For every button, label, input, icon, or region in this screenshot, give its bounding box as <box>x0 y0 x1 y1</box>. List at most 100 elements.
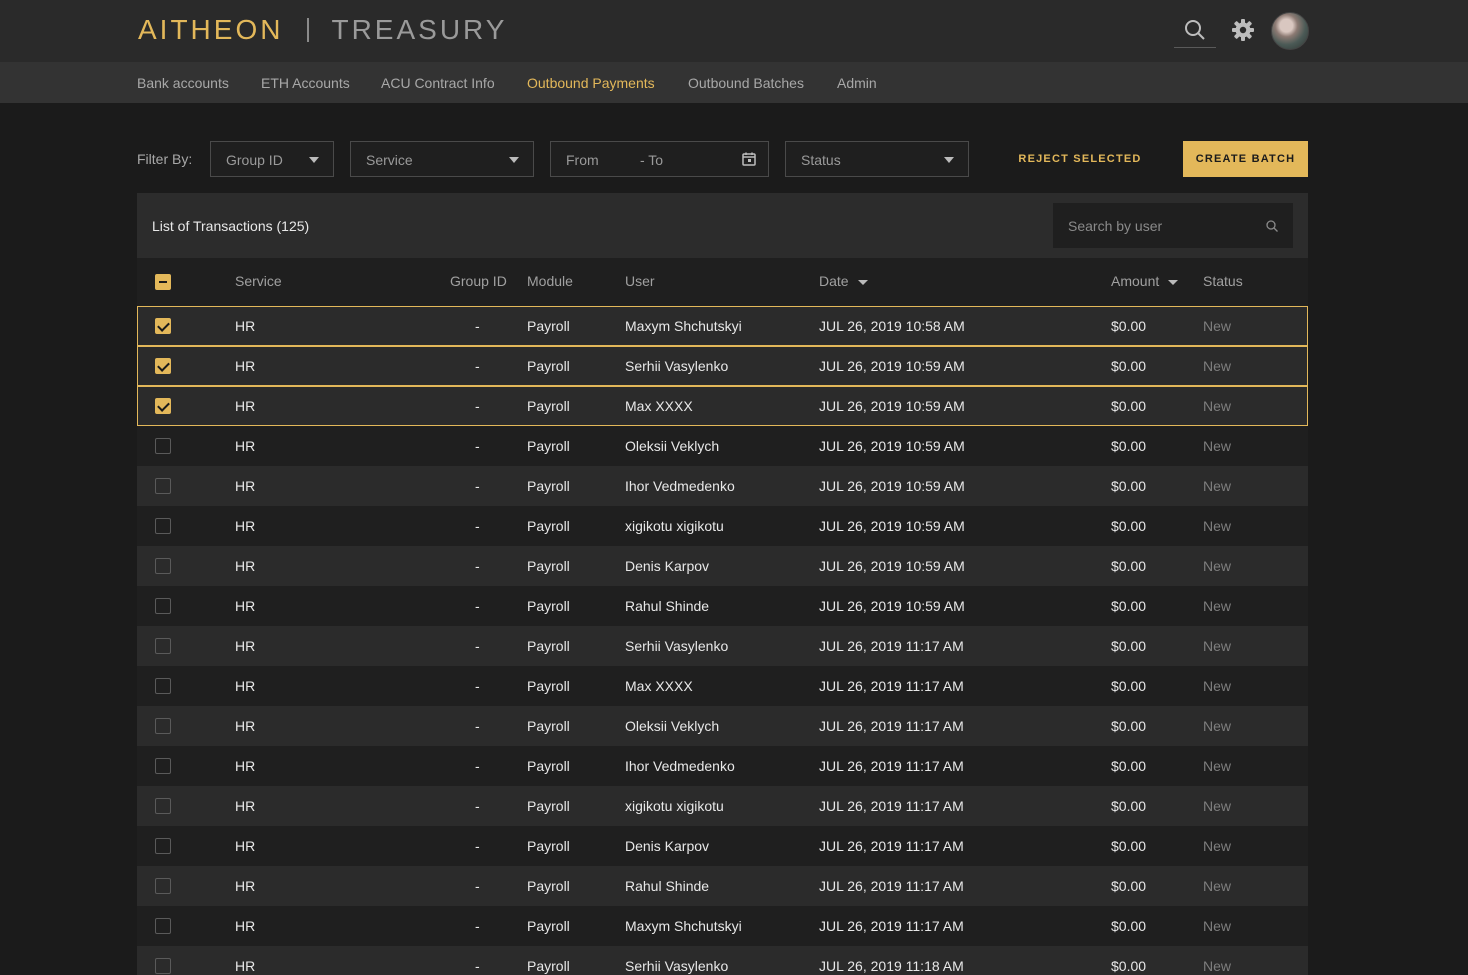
row-checkbox[interactable] <box>155 478 171 494</box>
cell-service: HR <box>235 798 256 814</box>
table-row[interactable]: HR - Payroll Oleksii Veklych JUL 26, 2019 10… <box>137 426 1308 466</box>
date-range-picker[interactable]: From - To <box>550 141 769 177</box>
cell-status: New <box>1203 758 1232 774</box>
cell-date: JUL 26, 2019 10:59 AM <box>819 518 965 534</box>
cell-user: Oleksii Veklych <box>625 718 720 734</box>
user-search <box>1053 203 1293 248</box>
row-checkbox[interactable] <box>155 838 171 854</box>
cell-service: HR <box>235 398 256 414</box>
tab-outbound-payments[interactable]: Outbound Payments <box>527 75 655 91</box>
cell-user: Rahul Shinde <box>625 878 710 894</box>
status-select[interactable]: Status <box>785 141 969 177</box>
column-header-amount-label: Amount <box>1111 273 1160 289</box>
cell-amount: $0.00 <box>1111 598 1147 614</box>
table-row[interactable]: HR - Payroll Rahul Shinde JUL 26, 2019 10:59… <box>137 586 1308 626</box>
cell-service: HR <box>235 758 256 774</box>
cell-user: Serhii Vasylenko <box>625 638 729 654</box>
table-row[interactable]: HR - Payroll Oleksii Veklych JUL 26, 2019 11… <box>137 706 1308 746</box>
table-row[interactable]: HR - Payroll Denis Karpov JUL 26, 2019 10:59… <box>137 546 1308 586</box>
table-row[interactable]: HR - Payroll Serhii Vasylenko JUL 26, 2019 1… <box>137 946 1308 975</box>
create-batch-button[interactable]: CREATE BATCH <box>1183 141 1308 177</box>
group-id-select-value: Group ID <box>226 152 283 168</box>
sub-navigation: Bank accounts ETH Accounts ACU Contract … <box>0 62 1468 103</box>
avatar[interactable] <box>1271 12 1309 50</box>
row-checkbox[interactable] <box>155 558 171 574</box>
table-row[interactable]: HR - Payroll Maxym Shchutskyi JUL 26, 2019 1… <box>137 306 1308 346</box>
date-from-field[interactable]: From <box>566 152 599 168</box>
cell-service: HR <box>235 318 256 334</box>
tab-outbound-batches[interactable]: Outbound Batches <box>688 75 804 91</box>
tab-bank-accounts[interactable]: Bank accounts <box>137 75 229 91</box>
cell-amount: $0.00 <box>1111 518 1147 534</box>
tab-acu-contract-info[interactable]: ACU Contract Info <box>381 75 495 91</box>
row-checkbox[interactable] <box>155 318 171 334</box>
search-input[interactable] <box>1053 203 1293 248</box>
gear-icon[interactable] <box>1231 18 1255 42</box>
row-checkbox[interactable] <box>155 958 171 974</box>
date-to-field[interactable]: - To <box>640 152 663 168</box>
status-select-value: Status <box>801 152 841 168</box>
column-header-date-label: Date <box>819 273 849 289</box>
column-header-user[interactable]: User <box>625 273 655 289</box>
row-checkbox[interactable] <box>155 758 171 774</box>
row-checkbox[interactable] <box>155 518 171 534</box>
app-logo[interactable]: AITHEON TREASURY <box>138 12 507 48</box>
tab-admin[interactable]: Admin <box>837 75 877 91</box>
cell-user: Serhii Vasylenko <box>625 958 729 974</box>
table-row[interactable]: HR - Payroll Denis Karpov JUL 26, 2019 11:17… <box>137 826 1308 866</box>
table-row[interactable]: HR - Payroll Ihor Vedmedenko JUL 26, 2019 10… <box>137 466 1308 506</box>
column-header-service[interactable]: Service <box>235 273 282 289</box>
table-row[interactable]: HR - Payroll xigikotu xigikotu JUL 26, 2019 … <box>137 506 1308 546</box>
row-checkbox[interactable] <box>155 918 171 934</box>
cell-user: Maxym Shchutskyi <box>625 318 742 334</box>
cell-amount: $0.00 <box>1111 438 1147 454</box>
cell-date: JUL 26, 2019 11:18 AM <box>819 958 964 974</box>
row-checkbox[interactable] <box>155 878 171 894</box>
filter-label: Filter By: <box>137 151 193 167</box>
cell-service: HR <box>235 598 256 614</box>
row-checkbox[interactable] <box>155 438 171 454</box>
cell-status: New <box>1203 878 1232 894</box>
calendar-icon[interactable] <box>742 152 756 166</box>
table-row[interactable]: HR - Payroll Maxym Shchutskyi JUL 26, 2019 1… <box>137 906 1308 946</box>
header-search-button[interactable] <box>1174 12 1216 48</box>
cell-module: Payroll <box>527 398 570 414</box>
cell-status: New <box>1203 678 1232 694</box>
table-row[interactable]: HR - Payroll Serhii Vasylenko JUL 26, 2019 1… <box>137 346 1308 386</box>
row-checkbox[interactable] <box>155 678 171 694</box>
column-header-date[interactable]: Date <box>819 273 868 289</box>
table-row[interactable]: HR - Payroll Max XXXX JUL 26, 2019 10:59 AM $… <box>137 386 1308 426</box>
row-checkbox[interactable] <box>155 798 171 814</box>
cell-user: Rahul Shinde <box>625 598 710 614</box>
row-checkbox[interactable] <box>155 358 171 374</box>
column-header-status[interactable]: Status <box>1203 273 1243 289</box>
service-select[interactable]: Service <box>350 141 534 177</box>
table-row[interactable]: HR - Payroll Max XXXX JUL 26, 2019 11:17 AM $… <box>137 666 1308 706</box>
cell-amount: $0.00 <box>1111 558 1147 574</box>
column-header-group-id[interactable]: Group ID <box>450 273 507 289</box>
row-checkbox[interactable] <box>155 638 171 654</box>
cell-module: Payroll <box>527 478 570 494</box>
cell-status: New <box>1203 518 1232 534</box>
group-id-select[interactable]: Group ID <box>210 141 334 177</box>
reject-selected-button[interactable]: REJECT SELECTED <box>1010 141 1150 177</box>
row-checkbox[interactable] <box>155 718 171 734</box>
cell-amount: $0.00 <box>1111 678 1147 694</box>
cell-service: HR <box>235 878 256 894</box>
cell-amount: $0.00 <box>1111 398 1147 414</box>
table-row[interactable]: HR - Payroll Ihor Vedmedenko JUL 26, 2019 11… <box>137 746 1308 786</box>
cell-service: HR <box>235 478 256 494</box>
search-icon <box>1185 20 1205 40</box>
tab-eth-accounts[interactable]: ETH Accounts <box>261 75 350 91</box>
service-select-value: Service <box>366 152 413 168</box>
table-row[interactable]: HR - Payroll Rahul Shinde JUL 26, 2019 11:17… <box>137 866 1308 906</box>
select-all-checkbox[interactable] <box>155 274 171 290</box>
table-row[interactable]: HR - Payroll xigikotu xigikotu JUL 26, 2019 … <box>137 786 1308 826</box>
table-row[interactable]: HR - Payroll Serhii Vasylenko JUL 26, 2019 1… <box>137 626 1308 666</box>
column-header-module[interactable]: Module <box>527 273 573 289</box>
row-checkbox[interactable] <box>155 398 171 414</box>
column-header-amount[interactable]: Amount <box>1111 273 1179 289</box>
row-checkbox[interactable] <box>155 598 171 614</box>
cell-module: Payroll <box>527 838 570 854</box>
search-icon[interactable] <box>1266 220 1278 232</box>
